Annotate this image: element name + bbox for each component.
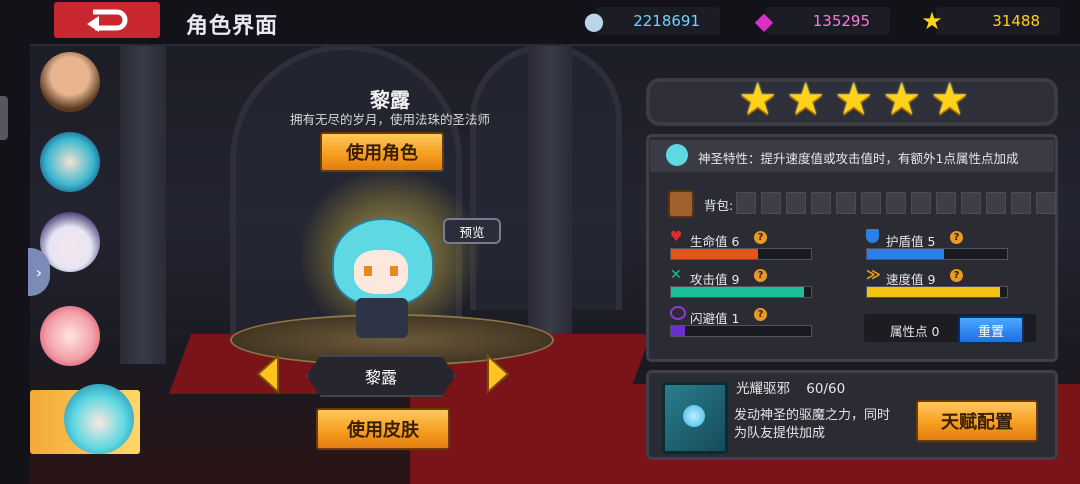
bag-label: 背包: [704, 198, 734, 213]
attack-help-icon[interactable]: ? [754, 269, 767, 282]
purple-gem-icon: ◆ [754, 7, 774, 35]
talent-orb [683, 405, 705, 427]
sprite-face [354, 250, 408, 294]
resource-silver: ● 2218691 [584, 7, 720, 35]
star-icon: ★ [738, 74, 778, 125]
background-pillar [120, 44, 166, 364]
sword-icon: ✕ [670, 267, 682, 283]
shield-bar [866, 248, 1008, 260]
lightning-icon: ≫ [866, 267, 881, 283]
talent-title: 光耀驱邪 60/60 [736, 377, 845, 397]
shield-bar-fill [867, 249, 944, 259]
attr-points-label: 属性点 0 [890, 324, 940, 339]
bag-slot[interactable] [836, 192, 856, 214]
character-slot[interactable] [30, 42, 110, 122]
star-icon: ★ [834, 74, 874, 125]
avatar-lilu [64, 384, 134, 454]
avatar-blue-dragon [40, 132, 100, 192]
use-character-button[interactable]: 使用角色 [320, 132, 444, 172]
hp-bar-fill [671, 249, 758, 259]
bag-slot[interactable] [786, 192, 806, 214]
attack-bar [670, 286, 812, 298]
speed-help-icon[interactable]: ? [950, 269, 963, 282]
page-title: 角色界面 [186, 14, 279, 39]
bag-slot[interactable] [811, 192, 831, 214]
character-slot[interactable] [30, 296, 110, 376]
talent-name: 光耀驱邪 [736, 381, 790, 397]
talent-desc-2: 为队友提供加成 [734, 426, 826, 441]
star-icon: ★ [882, 74, 922, 125]
talent-progress: 60/60 [806, 381, 846, 397]
bag-slot[interactable] [861, 192, 881, 214]
back-arrow-icon [87, 9, 128, 32]
character-slot-selected[interactable] [30, 384, 140, 454]
bag-slot[interactable] [761, 192, 781, 214]
resource-gem: ◆ 135295 [755, 7, 890, 35]
arrow-left-icon [256, 353, 279, 395]
bag-slot[interactable] [986, 192, 1006, 214]
character-name-plate: 黎露 [306, 355, 456, 397]
talent-book-icon [662, 382, 728, 454]
arrow-right-icon [487, 353, 510, 395]
hp-bar [670, 248, 812, 260]
bag-slot[interactable] [911, 192, 931, 214]
prev-skin-button[interactable] [254, 353, 280, 398]
shield-help-icon[interactable]: ? [950, 231, 963, 244]
star-icon: ★ [786, 74, 826, 125]
dodge-bar [670, 325, 812, 337]
resource-star: ★ 31488 [921, 7, 1060, 35]
bag-slot[interactable] [736, 192, 756, 214]
character-description: 拥有无尽的岁月，使用法珠的圣法师 [289, 112, 490, 127]
talent-desc-1: 发动神圣的驱魔之力，同时 [734, 408, 891, 423]
sprite-eye [390, 266, 398, 276]
reset-button[interactable]: 重置 [958, 316, 1024, 344]
hp-help-icon[interactable]: ? [754, 231, 767, 244]
bag-slot[interactable] [961, 192, 981, 214]
gem-value: 135295 [812, 12, 870, 30]
speed-bar [866, 286, 1008, 298]
speed-bar-fill [867, 287, 1000, 297]
side-notch [0, 96, 8, 140]
bag-slot[interactable] [1036, 192, 1056, 214]
bag-slot[interactable] [886, 192, 906, 214]
bag-slot[interactable] [936, 192, 956, 214]
trait-avatar-icon [666, 144, 688, 166]
silver-coin-icon: ● [583, 7, 605, 35]
shield-icon [866, 229, 879, 243]
silver-value: 2218691 [633, 12, 700, 30]
next-skin-button[interactable] [486, 353, 512, 398]
background-pillar [528, 44, 572, 344]
character-slot[interactable] [30, 122, 110, 202]
bag-slot[interactable] [1011, 192, 1031, 214]
dodge-help-icon[interactable]: ? [754, 308, 767, 321]
heart-icon: ♥ [670, 229, 683, 245]
dodge-icon [670, 306, 686, 320]
star-value: 31488 [992, 12, 1040, 30]
talent-config-button[interactable]: 天赋配置 [916, 400, 1038, 442]
sprite-eye [364, 266, 372, 276]
star-icon: ★ [930, 74, 970, 125]
backpack-icon [668, 190, 694, 218]
avatar-pink-girl [40, 306, 100, 366]
sprite-body [356, 298, 408, 338]
chevron-right-icon: › [35, 262, 43, 282]
back-button[interactable] [54, 2, 160, 38]
preview-button[interactable]: 预览 [443, 218, 501, 244]
dodge-bar-fill [671, 326, 685, 336]
trait-text: 神圣特性：提升速度值或攻击值时，有额外1点属性点加成 [698, 151, 1019, 166]
avatar-bearded-man [40, 52, 100, 112]
attack-bar-fill [671, 287, 804, 297]
use-skin-button[interactable]: 使用皮肤 [316, 408, 450, 450]
character-sprite [318, 210, 444, 346]
gold-star-icon: ★ [921, 7, 943, 35]
